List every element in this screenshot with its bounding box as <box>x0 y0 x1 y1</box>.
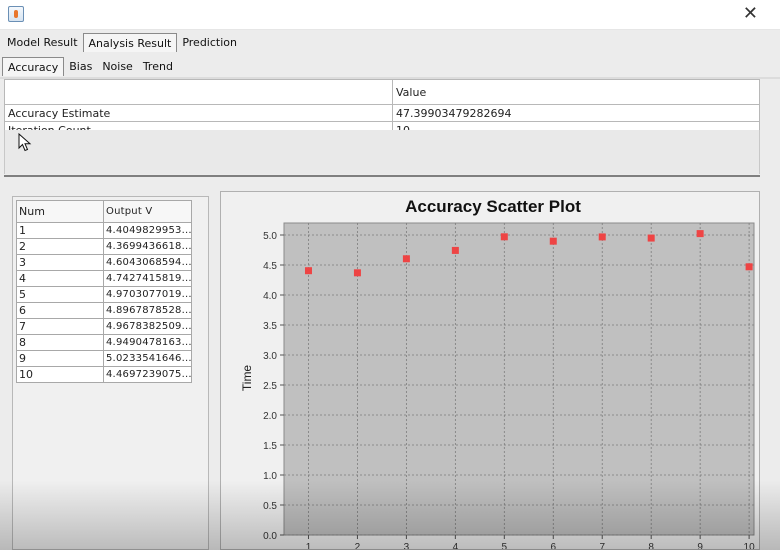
mouse-cursor-icon <box>18 133 32 152</box>
cell-output: 4.4049829953... <box>103 222 192 239</box>
y-tick-label: 0.0 <box>263 531 277 542</box>
data-point <box>402 255 410 263</box>
data-point <box>451 246 459 254</box>
column-header-value[interactable]: Value <box>392 79 760 105</box>
table-row[interactable]: 2 4.3699436618... <box>16 238 192 255</box>
row-value: 47.39903479282694 <box>392 104 760 122</box>
y-axis-label: Time <box>240 365 254 392</box>
cell-num: 6 <box>16 302 104 319</box>
y-tick-label: 2.5 <box>263 381 277 392</box>
table-row[interactable]: 6 4.8967878528... <box>16 302 192 319</box>
tab-model-result[interactable]: Model Result <box>2 33 83 52</box>
x-tick-label: 3 <box>404 542 410 549</box>
data-point <box>353 269 361 277</box>
x-tick-label: 4 <box>453 542 459 549</box>
data-point <box>598 233 606 241</box>
table-row[interactable]: 4 4.7427415819... <box>16 270 192 287</box>
table-row[interactable]: 9 5.0233541646... <box>16 350 192 367</box>
table-row[interactable]: 7 4.9678382509... <box>16 318 192 335</box>
table-empty-area <box>4 130 760 174</box>
column-header-num[interactable]: Num <box>16 200 104 223</box>
x-tick-label: 7 <box>599 542 605 549</box>
cell-num: 10 <box>16 366 104 383</box>
cell-num: 9 <box>16 350 104 367</box>
column-header-label[interactable] <box>4 79 393 105</box>
cell-num: 7 <box>16 318 104 335</box>
x-tick-label: 10 <box>744 542 756 549</box>
table-row[interactable]: 10 4.4697239075... <box>16 366 192 383</box>
data-point <box>549 237 557 245</box>
title-bar: ✕ <box>0 0 780 30</box>
cell-output: 4.9490478163... <box>103 334 192 351</box>
table-row[interactable]: Accuracy Estimate 47.39903479282694 <box>4 104 760 122</box>
column-header-output[interactable]: Output V <box>103 200 192 223</box>
data-point <box>304 267 312 275</box>
cell-output: 4.6043068594... <box>103 254 192 271</box>
tab-noise[interactable]: Noise <box>97 57 138 76</box>
scatter-plot-panel: Accuracy Scatter Plot Time 0.0 0.5 1.0 1.5 2… <box>220 191 760 550</box>
y-tick-label: 4.5 <box>263 261 277 272</box>
main-tab-bar: Model Result Analysis Result Prediction <box>2 33 242 53</box>
x-tick-label: 8 <box>648 542 654 549</box>
main-window: Model Result Analysis Result Prediction … <box>0 30 780 550</box>
row-label: Accuracy Estimate <box>4 104 393 122</box>
cell-output: 4.7427415819... <box>103 270 192 287</box>
sub-tab-bar: Accuracy Bias Noise Trend <box>2 57 178 77</box>
table-row[interactable]: 5 4.9703077019... <box>16 286 192 303</box>
cell-output: 5.0233541646... <box>103 350 192 367</box>
cell-output: 4.4697239075... <box>103 366 192 383</box>
cell-num: 4 <box>16 270 104 287</box>
y-tick-label: 4.0 <box>263 291 277 302</box>
lower-panel: Num Output V 1 4.4049829953... 2 4.3699436… <box>4 177 760 550</box>
x-tick-label: 2 <box>355 542 361 549</box>
table-header-row: Value <box>4 79 760 105</box>
data-point <box>745 263 753 271</box>
tab-bias[interactable]: Bias <box>64 57 97 76</box>
data-point <box>696 230 704 238</box>
x-tick-label: 5 <box>502 542 508 549</box>
table-header-row: Num Output V <box>16 200 192 223</box>
y-tick-label: 3.5 <box>263 321 277 332</box>
y-tick-label: 1.0 <box>263 471 277 482</box>
tab-prediction[interactable]: Prediction <box>177 33 242 52</box>
x-tick-label: 1 <box>306 542 312 549</box>
y-tick-label: 1.5 <box>263 441 277 452</box>
y-tick-label: 3.0 <box>263 351 277 362</box>
cell-num: 3 <box>16 254 104 271</box>
cell-num: 8 <box>16 334 104 351</box>
x-tick-label: 9 <box>697 542 703 549</box>
table-row[interactable]: 3 4.6043068594... <box>16 254 192 271</box>
table-row[interactable]: 8 4.9490478163... <box>16 334 192 351</box>
cell-num: 1 <box>16 222 104 239</box>
y-tick-label: 0.5 <box>263 501 277 512</box>
cell-output: 4.9703077019... <box>103 286 192 303</box>
tab-accuracy[interactable]: Accuracy <box>2 57 65 76</box>
cell-output: 4.8967878528... <box>103 302 192 319</box>
chart-title: Accuracy Scatter Plot <box>405 197 581 216</box>
data-point <box>647 234 655 242</box>
y-tick-label: 2.0 <box>263 411 277 422</box>
data-point <box>500 233 508 241</box>
scatter-plot: Accuracy Scatter Plot Time 0.0 0.5 1.0 1.5 2… <box>240 197 756 550</box>
x-tick-label: 6 <box>550 542 556 549</box>
cell-num: 5 <box>16 286 104 303</box>
cell-output: 4.3699436618... <box>103 238 192 255</box>
y-tick-label: 5.0 <box>263 231 277 242</box>
tab-analysis-result[interactable]: Analysis Result <box>82 33 178 52</box>
close-button[interactable]: ✕ <box>743 3 758 24</box>
output-table[interactable]: Num Output V 1 4.4049829953... 2 4.3699436… <box>16 200 192 383</box>
output-table-panel: Num Output V 1 4.4049829953... 2 4.3699436… <box>12 196 209 550</box>
java-app-icon <box>8 6 24 22</box>
tab-trend[interactable]: Trend <box>138 57 178 76</box>
cell-output: 4.9678382509... <box>103 318 192 335</box>
table-row[interactable]: 1 4.4049829953... <box>16 222 192 239</box>
cell-num: 2 <box>16 238 104 255</box>
